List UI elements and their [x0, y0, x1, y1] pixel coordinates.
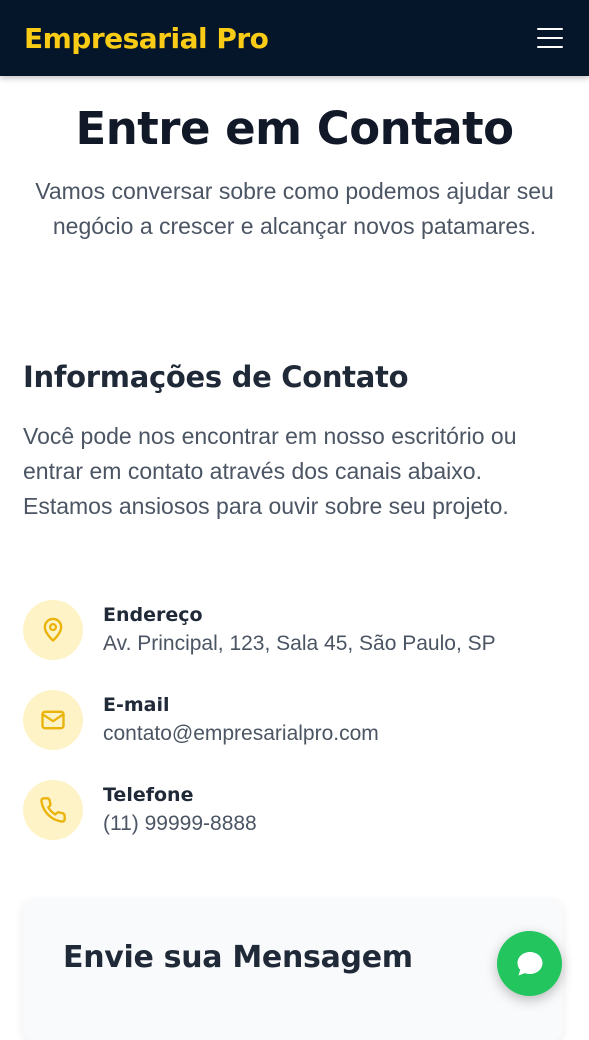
contact-label: E-mail	[103, 694, 170, 716]
contact-label: Endereço	[103, 604, 203, 626]
menu-bar	[537, 46, 563, 48]
chat-bubble-icon	[517, 951, 542, 975]
menu-bar	[537, 37, 563, 39]
address-value: Av. Principal, 123, Sala 45, São Paulo, …	[103, 632, 496, 655]
top-navbar: Empresarial Pro	[0, 0, 589, 76]
contact-label: Telefone	[103, 784, 194, 806]
hamburger-menu-icon[interactable]	[535, 25, 565, 51]
contact-item-address: Endereço Av. Principal, 123, Sala 45, Sã…	[23, 600, 563, 660]
menu-bar	[537, 28, 563, 30]
contact-info-description: Você pode nos encontrar em nosso escritó…	[23, 423, 517, 519]
message-form-card: Envie sua Mensagem	[23, 900, 563, 1040]
contact-item-email: E-mail contato@empresarialpro.com	[23, 690, 563, 750]
map-pin-icon	[23, 600, 83, 660]
contact-item-phone: Telefone (11) 99999-8888	[23, 780, 563, 840]
chat-button[interactable]	[497, 931, 562, 996]
page-title: Entre em Contato	[75, 102, 514, 155]
phone-link[interactable]: (11) 99999-8888	[103, 809, 257, 839]
mail-icon	[23, 690, 83, 750]
email-link[interactable]: contato@empresarialpro.com	[103, 719, 379, 749]
form-title: Envie sua Mensagem	[63, 940, 413, 975]
page-subtitle: Vamos conversar sobre como podemos ajuda…	[35, 178, 554, 239]
contact-info-heading: Informações de Contato	[23, 360, 409, 394]
brand-logo[interactable]: Empresarial Pro	[24, 22, 269, 55]
phone-icon	[23, 780, 83, 840]
